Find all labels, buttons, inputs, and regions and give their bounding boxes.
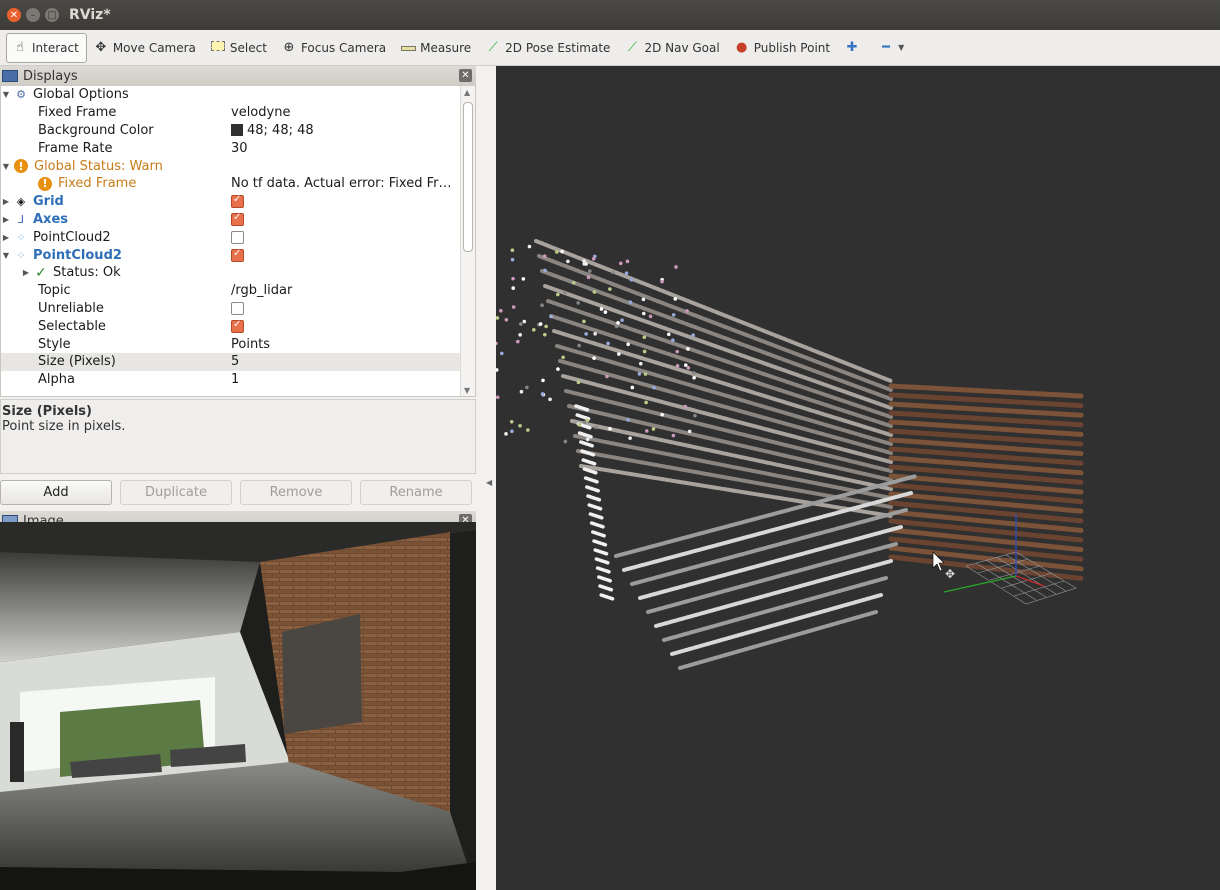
unreliable-checkbox[interactable] (231, 301, 244, 315)
tree-row-pointcloud2-a[interactable]: ▶ ⁘ PointCloud2 (1, 228, 475, 246)
collapsed-arrow-icon[interactable]: ▶ (1, 233, 11, 242)
axes-icon: ⅃ (17, 212, 25, 226)
collapsed-arrow-icon[interactable]: ▶ (1, 197, 11, 206)
grid-icon: ◈ (16, 195, 26, 209)
expanded-arrow-icon[interactable]: ▼ (1, 162, 11, 171)
tree-row-frame-rate[interactable]: Frame Rate 30 (1, 139, 475, 157)
displays-scrollbar[interactable]: ▲ ▼ (460, 86, 475, 396)
nav-goal-tool-button[interactable]: ⟋ 2D Nav Goal (618, 33, 727, 63)
measure-tool-button[interactable]: Measure (394, 33, 479, 63)
move-camera-icon: ✥ (95, 40, 107, 55)
measure-icon (399, 40, 417, 55)
gear-icon: ⚙ (16, 88, 26, 102)
pointcloud-icon: ⁘ (16, 248, 26, 262)
property-description: Size (Pixels) Point size in pixels. (0, 399, 476, 474)
nav-goal-arrow-icon: ⟋ (627, 40, 637, 55)
camera-image (0, 522, 476, 890)
select-icon (209, 40, 227, 55)
scroll-down-icon[interactable]: ▼ (464, 386, 470, 395)
tree-row-fixed-frame-status[interactable]: ! Fixed Frame No tf data. Actual error: F… (1, 175, 475, 193)
minimize-window-icon[interactable]: – (26, 8, 40, 22)
title-bar: ✕ – □ RViz* (0, 0, 1220, 30)
expanded-arrow-icon[interactable]: ▼ (1, 251, 11, 260)
add-tool-button[interactable]: ✚ (838, 33, 872, 63)
remove-tool-button[interactable]: ━ ▼ (872, 33, 912, 63)
tree-row-unreliable[interactable]: Unreliable (1, 300, 475, 318)
monitor-icon (2, 70, 18, 82)
publish-point-tool-button[interactable]: ● Publish Point (728, 33, 838, 63)
select-tool-button[interactable]: Select (204, 33, 275, 63)
add-button[interactable]: Add (0, 480, 112, 505)
tree-row-topic[interactable]: Topic /rgb_lidar (1, 282, 475, 300)
pointcloud-icon: ⁘ (16, 230, 26, 244)
tree-row-style[interactable]: Style Points (1, 335, 475, 353)
window-title: RViz* (69, 7, 111, 23)
tree-row-background-color[interactable]: Background Color 48; 48; 48 (1, 122, 475, 140)
tree-row-alpha[interactable]: Alpha 1 (1, 371, 475, 389)
map-pin-icon: ● (736, 40, 748, 55)
hand-icon: ☝ (16, 40, 24, 55)
camera-image-view (0, 522, 476, 890)
scrollbar-thumb[interactable] (463, 102, 473, 252)
move-cursor-icon: ✥ (945, 567, 955, 581)
close-icon[interactable]: ✕ (459, 69, 472, 82)
tree-row-global-options[interactable]: ▼ ⚙ Global Options (1, 86, 475, 104)
expanded-arrow-icon[interactable]: ▼ (1, 90, 11, 99)
pointcloud2-a-enabled-checkbox[interactable] (231, 230, 244, 244)
collapsed-arrow-icon[interactable]: ▶ (1, 215, 11, 224)
grid-enabled-checkbox[interactable] (231, 194, 244, 209)
selectable-checkbox[interactable] (231, 319, 244, 333)
focus-camera-tool-button[interactable]: ⊕ Focus Camera (275, 33, 394, 63)
scroll-up-icon[interactable]: ▲ (464, 88, 470, 97)
tree-row-axes[interactable]: ▶ ⅃ Axes (1, 211, 475, 229)
tree-row-status-ok[interactable]: ▶ ✓ Status: Ok (1, 264, 475, 282)
warning-icon: ! (14, 159, 28, 174)
tree-row-selectable[interactable]: Selectable (1, 317, 475, 335)
description-text: Point size in pixels. (2, 419, 126, 434)
close-window-icon[interactable]: ✕ (7, 8, 21, 22)
duplicate-button[interactable]: Duplicate (120, 480, 232, 505)
collapse-arrow-icon[interactable]: ◀ (486, 478, 492, 487)
interact-tool-button[interactable]: ☝ Interact (6, 32, 87, 63)
displays-button-row: Add Duplicate Remove Rename (0, 474, 476, 511)
remove-button[interactable]: Remove (240, 480, 352, 505)
maximize-window-icon[interactable]: □ (45, 8, 59, 22)
plus-icon: ✚ (846, 40, 858, 55)
warning-icon: ! (38, 176, 52, 191)
color-swatch[interactable] (231, 124, 243, 137)
displays-tree: ▼ ⚙ Global Options Fixed Frame velodyne Ba… (0, 86, 476, 397)
minus-icon: ━ (882, 40, 890, 55)
displays-panel-title: Displays (23, 68, 78, 84)
tool-toolbar: ☝ Interact ✥ Move Camera Select ⊕ Focus … (0, 30, 1220, 66)
tree-row-grid[interactable]: ▶ ◈ Grid (1, 193, 475, 211)
collapsed-arrow-icon[interactable]: ▶ (21, 268, 31, 277)
focus-camera-icon: ⊕ (283, 40, 295, 55)
point-cloud-render: ✥ (496, 239, 1084, 670)
tree-row-fixed-frame[interactable]: Fixed Frame velodyne (1, 104, 475, 122)
description-title: Size (Pixels) (2, 404, 92, 419)
rename-button[interactable]: Rename (360, 480, 472, 505)
tree-row-size-pixels[interactable]: Size (Pixels) 5 (1, 352, 475, 371)
checkmark-icon: ✓ (35, 264, 47, 281)
displays-panel-header: Displays ✕ (0, 66, 476, 86)
axes-enabled-checkbox[interactable] (231, 212, 244, 226)
pose-arrow-icon: ⟋ (488, 40, 498, 55)
tree-row-pointcloud2-b[interactable]: ▼ ⁘ PointCloud2 (1, 246, 475, 264)
move-camera-tool-button[interactable]: ✥ Move Camera (87, 33, 204, 63)
pointcloud2-b-enabled-checkbox[interactable] (231, 248, 244, 262)
dropdown-arrow-icon: ▼ (898, 43, 905, 52)
3d-render-viewport[interactable]: ✥ (496, 66, 1220, 890)
left-dock: Displays ✕ ▼ ⚙ Global Options Fixed Frame … (0, 66, 476, 890)
pose-estimate-tool-button[interactable]: ⟋ 2D Pose Estimate (479, 33, 618, 63)
tree-row-global-status[interactable]: ▼! Global Status: Warn (1, 157, 475, 175)
